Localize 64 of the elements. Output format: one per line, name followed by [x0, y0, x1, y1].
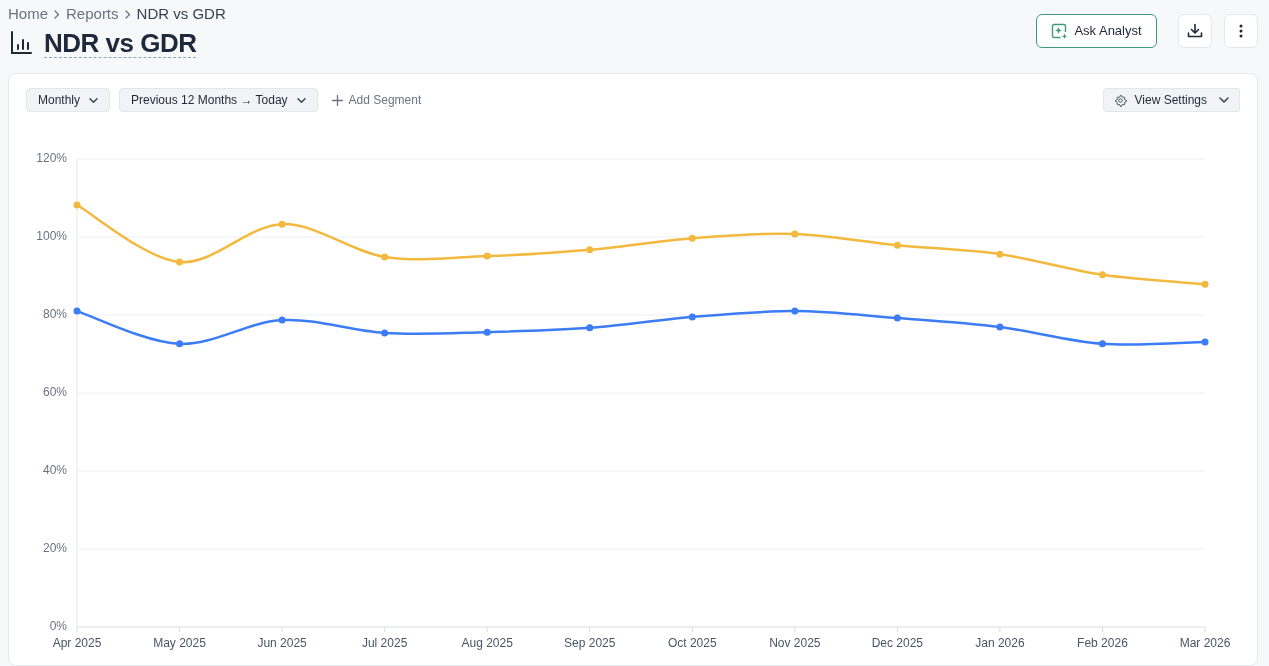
add-segment-button[interactable]: Add Segment	[331, 88, 422, 112]
chevron-right-icon	[124, 9, 131, 19]
plus-icon	[331, 94, 343, 106]
y-axis-label: 100%	[36, 229, 67, 244]
page-title: NDR vs GDR	[44, 28, 197, 58]
data-point	[688, 313, 696, 321]
x-axis-label: Apr 2025	[52, 636, 102, 651]
breadcrumb-link[interactable]: Reports	[66, 4, 119, 24]
x-axis-label: Sep 2025	[564, 636, 616, 651]
bar-chart-icon	[10, 31, 32, 55]
y-axis-label: 20%	[42, 541, 67, 556]
data-point	[73, 201, 81, 209]
date-range-dropdown[interactable]: Previous 12 Months → Today	[119, 88, 318, 112]
x-axis-label: Dec 2025	[871, 636, 924, 651]
x-axis-label: Oct 2025	[667, 636, 717, 651]
x-axis-label: Mar 2026	[1179, 636, 1231, 651]
settings-icon	[1113, 93, 1127, 107]
x-axis-label: Nov 2025	[769, 636, 821, 651]
data-point	[791, 307, 799, 315]
sparkle-box-icon	[1051, 22, 1069, 40]
data-point	[1201, 280, 1209, 288]
data-point	[1201, 338, 1209, 346]
data-point	[791, 230, 799, 238]
y-axis-label: 0%	[49, 619, 67, 634]
y-axis-label: 60%	[42, 385, 67, 400]
data-point	[1098, 340, 1106, 348]
data-point	[278, 220, 286, 228]
ask-analyst-button[interactable]: Ask Analyst	[1036, 14, 1157, 48]
x-axis-label: Jun 2025	[257, 636, 307, 651]
data-point	[381, 253, 389, 261]
data-point	[381, 329, 389, 337]
view-settings-button[interactable]: View Settings	[1102, 88, 1240, 112]
x-axis-label: Jan 2026	[975, 636, 1025, 651]
data-point	[73, 307, 81, 315]
data-point	[996, 250, 1004, 258]
chevron-down-icon	[89, 97, 99, 103]
x-axis-label: May 2025	[153, 636, 206, 651]
download-icon	[1187, 23, 1203, 39]
data-point	[278, 316, 286, 324]
breadcrumb-link[interactable]: Home	[8, 4, 48, 24]
chevron-down-icon	[1219, 97, 1229, 103]
chevron-right-icon	[54, 9, 60, 19]
download-button[interactable]	[1178, 14, 1212, 48]
more-icon	[1239, 24, 1243, 38]
data-point	[586, 324, 594, 332]
x-axis-label: Aug 2025	[461, 636, 513, 651]
data-point	[893, 314, 901, 322]
y-axis-label: 80%	[42, 307, 67, 322]
breadcrumb-current: NDR vs GDR	[136, 4, 226, 24]
y-axis-label: 120%	[36, 151, 67, 166]
data-point	[483, 328, 491, 336]
data-point	[176, 340, 184, 348]
data-point	[893, 241, 901, 249]
data-point	[483, 252, 491, 260]
data-point	[688, 234, 696, 242]
x-axis-label: Jul 2025	[361, 636, 408, 651]
x-axis-label: Feb 2026	[1077, 636, 1128, 651]
data-point	[1098, 271, 1106, 279]
data-point	[176, 258, 184, 266]
interval-dropdown[interactable]: Monthly	[26, 88, 111, 112]
y-axis-label: 40%	[42, 463, 67, 478]
data-point	[996, 323, 1004, 331]
chevron-down-icon	[296, 97, 306, 103]
data-point	[586, 246, 594, 254]
